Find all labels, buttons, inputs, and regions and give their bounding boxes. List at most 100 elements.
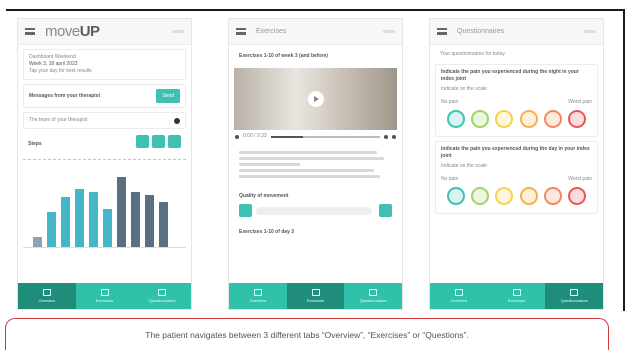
- tab-questions[interactable]: Questionnaires: [344, 283, 402, 309]
- app-bar: Exercises: [229, 19, 402, 45]
- scale-min-label: No pain: [441, 99, 459, 105]
- question-card: Indicate the pain you experienced during…: [435, 64, 598, 137]
- subtitle-card: Your questionnaires for today: [435, 49, 598, 60]
- chart-bar: [47, 212, 56, 247]
- fullscreen-icon[interactable]: [392, 134, 396, 139]
- pain-face-icon[interactable]: [567, 110, 586, 128]
- chart-week-button[interactable]: [152, 135, 165, 148]
- pain-face-icon[interactable]: [495, 187, 514, 205]
- chart-bar: [159, 202, 168, 247]
- chart-month-button[interactable]: [168, 135, 181, 148]
- pain-face-icon[interactable]: [519, 187, 538, 205]
- exercises-icon: [100, 289, 109, 296]
- dashboard-hint: Tap your day for best results: [29, 68, 92, 74]
- text-line: [239, 163, 301, 166]
- chart-day-button[interactable]: [136, 135, 149, 148]
- chart-bar: [89, 192, 98, 247]
- pain-face-icon[interactable]: [543, 110, 562, 128]
- messages-text: Messages from your therapist: [29, 92, 101, 99]
- text-line: [239, 169, 374, 172]
- scale-max-label: Worst pain: [568, 99, 592, 105]
- overview-phone: moveUP Dashboard Weekend Week 3, 18 apri…: [17, 18, 192, 310]
- app-bar: moveUP: [18, 19, 191, 45]
- tab-questions[interactable]: Questionnaires: [545, 283, 603, 309]
- chart-bar: [103, 209, 112, 247]
- overview-icon: [253, 289, 262, 296]
- pain-face-icon[interactable]: [519, 110, 538, 128]
- tab-exercises[interactable]: Exercises: [488, 283, 546, 309]
- dashboard-date: Week 3, 18 april 2023: [29, 61, 78, 67]
- chart-bar: [75, 189, 84, 247]
- pain-scale: [447, 110, 586, 128]
- quality-slider[interactable]: [256, 206, 372, 215]
- overview-icon: [42, 289, 51, 296]
- pain-face-icon[interactable]: [471, 110, 490, 128]
- questions-icon: [570, 289, 579, 296]
- chart-header: Steps: [23, 133, 186, 155]
- text-line: [239, 157, 385, 160]
- scale-max-label: Worst pain: [568, 176, 592, 182]
- text-line: [239, 151, 377, 154]
- video-progress[interactable]: [270, 135, 380, 138]
- play-small-icon[interactable]: [235, 134, 239, 139]
- menu-icon[interactable]: [437, 28, 447, 35]
- quality-plus-button[interactable]: [379, 204, 392, 217]
- pain-face-icon[interactable]: [471, 187, 490, 205]
- question-hint: Indicate on the scale: [441, 86, 487, 92]
- pain-face-icon[interactable]: [447, 187, 465, 205]
- team-card: The team of your therapist: [23, 112, 186, 129]
- questions-phone: Questionnaires Your questionnaires for t…: [429, 18, 604, 310]
- pain-face-icon[interactable]: [495, 110, 514, 128]
- exercise-instructions: [234, 144, 397, 185]
- dashboard-card: Dashboard Weekend Week 3, 18 april 2023 …: [23, 49, 186, 80]
- exercise-video[interactable]: [234, 68, 397, 130]
- pain-face-icon[interactable]: [567, 187, 586, 205]
- text-line: [239, 175, 380, 178]
- tab-overview[interactable]: Overview: [18, 283, 76, 309]
- menu-icon[interactable]: [236, 28, 246, 35]
- pain-face-icon[interactable]: [447, 110, 465, 128]
- tab-bar: Overview Exercises Questionnaires: [18, 283, 191, 309]
- quality-label: Quality of movement: [239, 193, 289, 199]
- tab-overview[interactable]: Overview: [229, 283, 287, 309]
- page-title: Questionnaires: [457, 28, 505, 35]
- menu-icon[interactable]: [25, 28, 35, 35]
- video-time: 0:00 / 0:33: [243, 133, 267, 139]
- pain-face-icon[interactable]: [543, 187, 562, 205]
- app-bar: Questionnaires: [430, 19, 603, 45]
- quality-minus-button[interactable]: [239, 204, 252, 217]
- tab-overview[interactable]: Overview: [430, 283, 488, 309]
- status-indicator: [584, 30, 596, 33]
- exercise-heading-card: Exercises 1-10 of week 3 (and before): [234, 49, 397, 64]
- next-exercise: Exercises 1-10 of day 3: [234, 225, 397, 240]
- tab-bar: Overview Exercises Questionnaires: [430, 283, 603, 309]
- quality-section: Quality of movement: [234, 189, 397, 221]
- volume-icon[interactable]: [384, 134, 388, 139]
- chart-bar: [61, 197, 70, 247]
- chart-axis: [23, 247, 186, 248]
- video-controls: 0:00 / 0:33: [235, 133, 396, 140]
- question-card: Indicate the pain you experienced during…: [435, 141, 598, 214]
- page-title: Exercises: [256, 28, 287, 35]
- question-text: Indicate the pain you experienced during…: [441, 146, 590, 159]
- next-exercise-label: Exercises 1-10 of day 3: [239, 229, 295, 235]
- exercises-icon: [512, 289, 521, 296]
- chat-icon[interactable]: [174, 117, 180, 124]
- play-icon[interactable]: [307, 91, 324, 107]
- status-indicator: [383, 30, 395, 33]
- tab-exercises[interactable]: Exercises: [286, 283, 345, 309]
- chart-bar: [117, 177, 126, 247]
- scale-min-label: No pain: [441, 176, 459, 182]
- chart-bar: [145, 195, 154, 247]
- app-logo: moveUP: [45, 23, 100, 40]
- activity-chart: [23, 159, 186, 257]
- exercises-phone: Exercises Exercises 1-10 of week 3 (and …: [228, 18, 403, 310]
- question-hint: Indicate on the scale: [441, 163, 487, 169]
- exercise-heading: Exercises 1-10 of week 3 (and before): [239, 53, 328, 59]
- pain-scale: [447, 187, 586, 205]
- send-button[interactable]: Send: [156, 89, 180, 103]
- tab-exercises[interactable]: Exercises: [76, 283, 134, 309]
- question-text: Indicate the pain you experienced during…: [441, 69, 579, 82]
- tab-questions[interactable]: Questionnaires: [133, 283, 191, 309]
- questions-icon: [158, 289, 167, 296]
